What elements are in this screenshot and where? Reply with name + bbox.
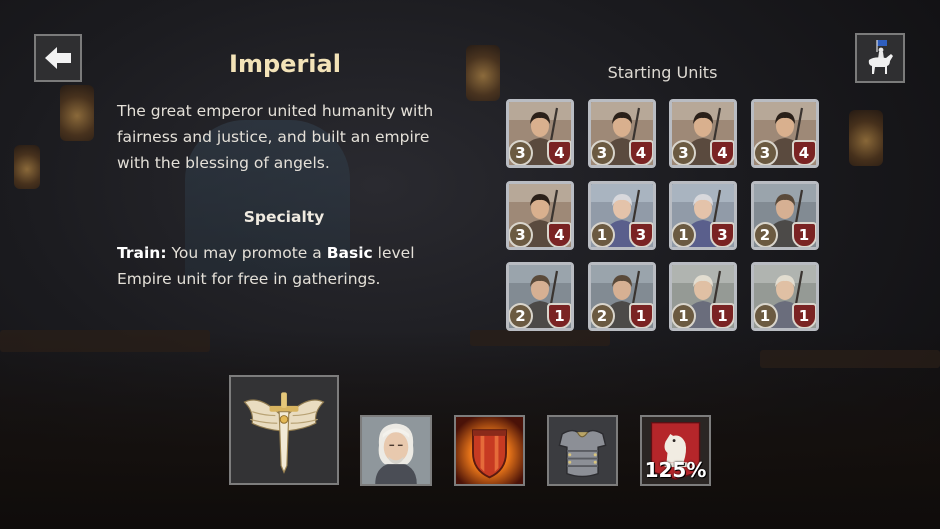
faction-title: Imperial	[229, 50, 341, 78]
starting-units-grid: 343434343413132121211111	[506, 99, 821, 334]
unit-defense-badge: 1	[547, 303, 571, 328]
white-haired-commander-portrait	[362, 417, 430, 484]
unit-defense-badge: 1	[791, 221, 816, 247]
background-table	[760, 350, 940, 368]
fire-shield-slot[interactable]	[454, 415, 525, 486]
unit-attack-badge: 3	[672, 140, 696, 165]
unit-defense-badge: 4	[547, 221, 571, 247]
faction-emblem-slot[interactable]	[229, 375, 339, 485]
unit-defense-badge: 4	[710, 140, 734, 165]
unit-card-crossbowman[interactable]: 21	[750, 180, 819, 250]
unit-attack-badge: 2	[590, 303, 615, 328]
winged-sword-emblem-icon	[243, 392, 325, 474]
specialty-text-part: You may promote a	[166, 244, 327, 262]
background-table	[0, 330, 210, 352]
specialty-text: Train: You may promote a Basic level Emp…	[117, 240, 462, 292]
unit-attack-badge: 1	[672, 221, 696, 247]
background-lamp	[849, 110, 883, 166]
mounted-knight-icon	[868, 40, 893, 74]
specialty-label: Train:	[117, 244, 167, 262]
unit-card-crossbowman[interactable]: 21	[506, 262, 574, 331]
unit-defense-badge: 3	[628, 221, 653, 247]
faction-description: The great emperor united humanity with f…	[117, 102, 434, 172]
unit-card-crossbowman[interactable]: 21	[587, 262, 656, 331]
fire-shield-icon	[456, 417, 523, 484]
unit-attack-badge: 2	[509, 303, 533, 328]
unit-attack-badge: 1	[672, 303, 696, 328]
unit-attack-badge: 3	[509, 221, 533, 247]
unit-attack-badge: 2	[753, 221, 778, 247]
unit-card-elder[interactable]: 11	[669, 262, 737, 331]
unit-defense-badge: 4	[791, 140, 816, 165]
unit-card-priestess[interactable]: 13	[669, 180, 737, 250]
background-lamp	[60, 85, 94, 141]
unit-defense-badge: 1	[628, 303, 653, 328]
unit-defense-badge: 1	[710, 303, 734, 328]
unit-attack-badge: 3	[753, 140, 778, 165]
unit-card-swordsman[interactable]: 34	[506, 180, 574, 250]
unit-attack-badge: 3	[590, 140, 615, 165]
left-arrow-icon	[45, 47, 71, 69]
background-lamp	[466, 45, 500, 101]
hero-preview-button[interactable]	[855, 33, 905, 83]
unit-card-priestess[interactable]: 13	[587, 180, 656, 250]
unit-defense-badge: 3	[710, 221, 734, 247]
unit-attack-badge: 1	[753, 303, 778, 328]
unit-card-swordsman[interactable]: 34	[669, 99, 737, 168]
unit-card-swordsman[interactable]: 34	[587, 99, 656, 168]
unit-card-swordsman[interactable]: 34	[506, 99, 574, 168]
background-lamp	[14, 145, 40, 189]
unit-card-swordsman[interactable]: 34	[750, 99, 819, 168]
back-button[interactable]	[34, 34, 82, 82]
cavalry-banner-slot[interactable]: 125%	[640, 415, 711, 486]
unit-attack-badge: 3	[509, 140, 533, 165]
starting-units-title: Starting Units	[607, 63, 718, 82]
unit-defense-badge: 1	[791, 303, 816, 328]
unit-defense-badge: 4	[628, 140, 653, 165]
unit-card-elder[interactable]: 11	[750, 262, 819, 331]
cavalry-bonus-percent: 125%	[644, 458, 707, 482]
specialty-heading: Specialty	[243, 208, 325, 226]
unit-attack-badge: 1	[590, 221, 615, 247]
specialty-keyword: Basic	[326, 244, 373, 262]
unit-defense-badge: 4	[547, 140, 571, 165]
commander-portrait[interactable]	[360, 415, 432, 486]
armor-slot[interactable]	[547, 415, 618, 486]
plate-armor-icon	[549, 417, 616, 484]
